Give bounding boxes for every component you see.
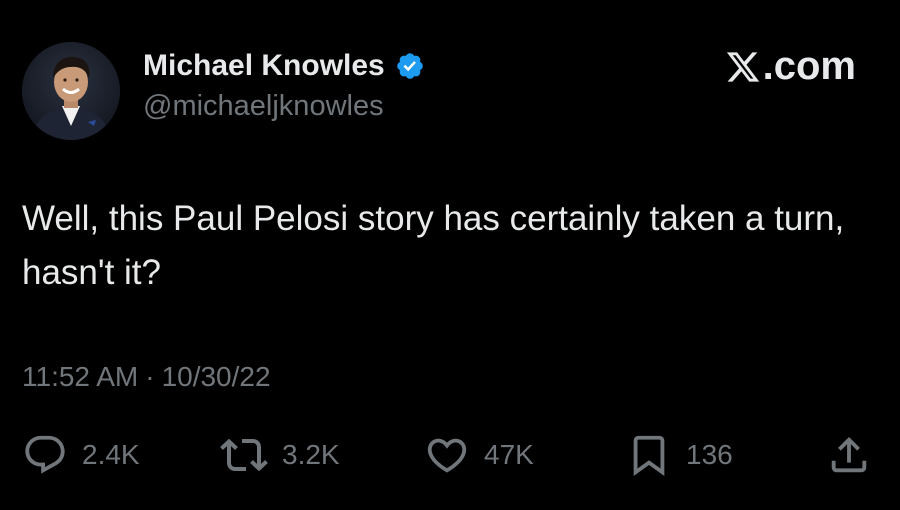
timestamp-separator: ·	[145, 361, 155, 392]
brand-logo: .com	[725, 44, 856, 89]
repost-button[interactable]: 3.2K	[220, 430, 340, 480]
tweet-card: Michael Knowles @michaeljknowles .com We…	[0, 0, 900, 510]
share-button[interactable]	[826, 430, 872, 480]
repost-icon	[220, 431, 268, 479]
verified-badge-icon[interactable]	[395, 51, 425, 81]
bookmark-count: 136	[686, 439, 733, 470]
avatar[interactable]	[22, 42, 120, 140]
heart-icon	[424, 432, 470, 478]
reply-button[interactable]: 2.4K	[22, 430, 140, 480]
display-name[interactable]: Michael Knowles	[143, 49, 385, 83]
bookmark-button[interactable]: 136	[626, 430, 733, 480]
share-icon	[826, 432, 872, 478]
tweet-text: Well, this Paul Pelosi story has certain…	[22, 199, 845, 292]
like-count: 47K	[484, 439, 534, 470]
tweet-time[interactable]: 11:52 AM	[22, 361, 138, 393]
x-logo-icon	[725, 49, 761, 85]
like-button[interactable]: 47K	[424, 430, 534, 480]
author-handle[interactable]: @michaeljknowles	[143, 90, 384, 123]
tweet-timestamp: 11:52 AM · 10/30/22	[22, 361, 271, 393]
tweet-date[interactable]: 10/30/22	[162, 361, 271, 393]
reply-count: 2.4K	[82, 439, 140, 470]
brand-label: .com	[762, 44, 856, 88]
bookmark-icon	[626, 432, 672, 478]
reply-icon	[22, 432, 68, 478]
author-name-row: Michael Knowles	[143, 46, 425, 86]
action-bar: 2.4K 3.2K 47K 136	[0, 430, 900, 480]
repost-count: 3.2K	[282, 439, 340, 470]
